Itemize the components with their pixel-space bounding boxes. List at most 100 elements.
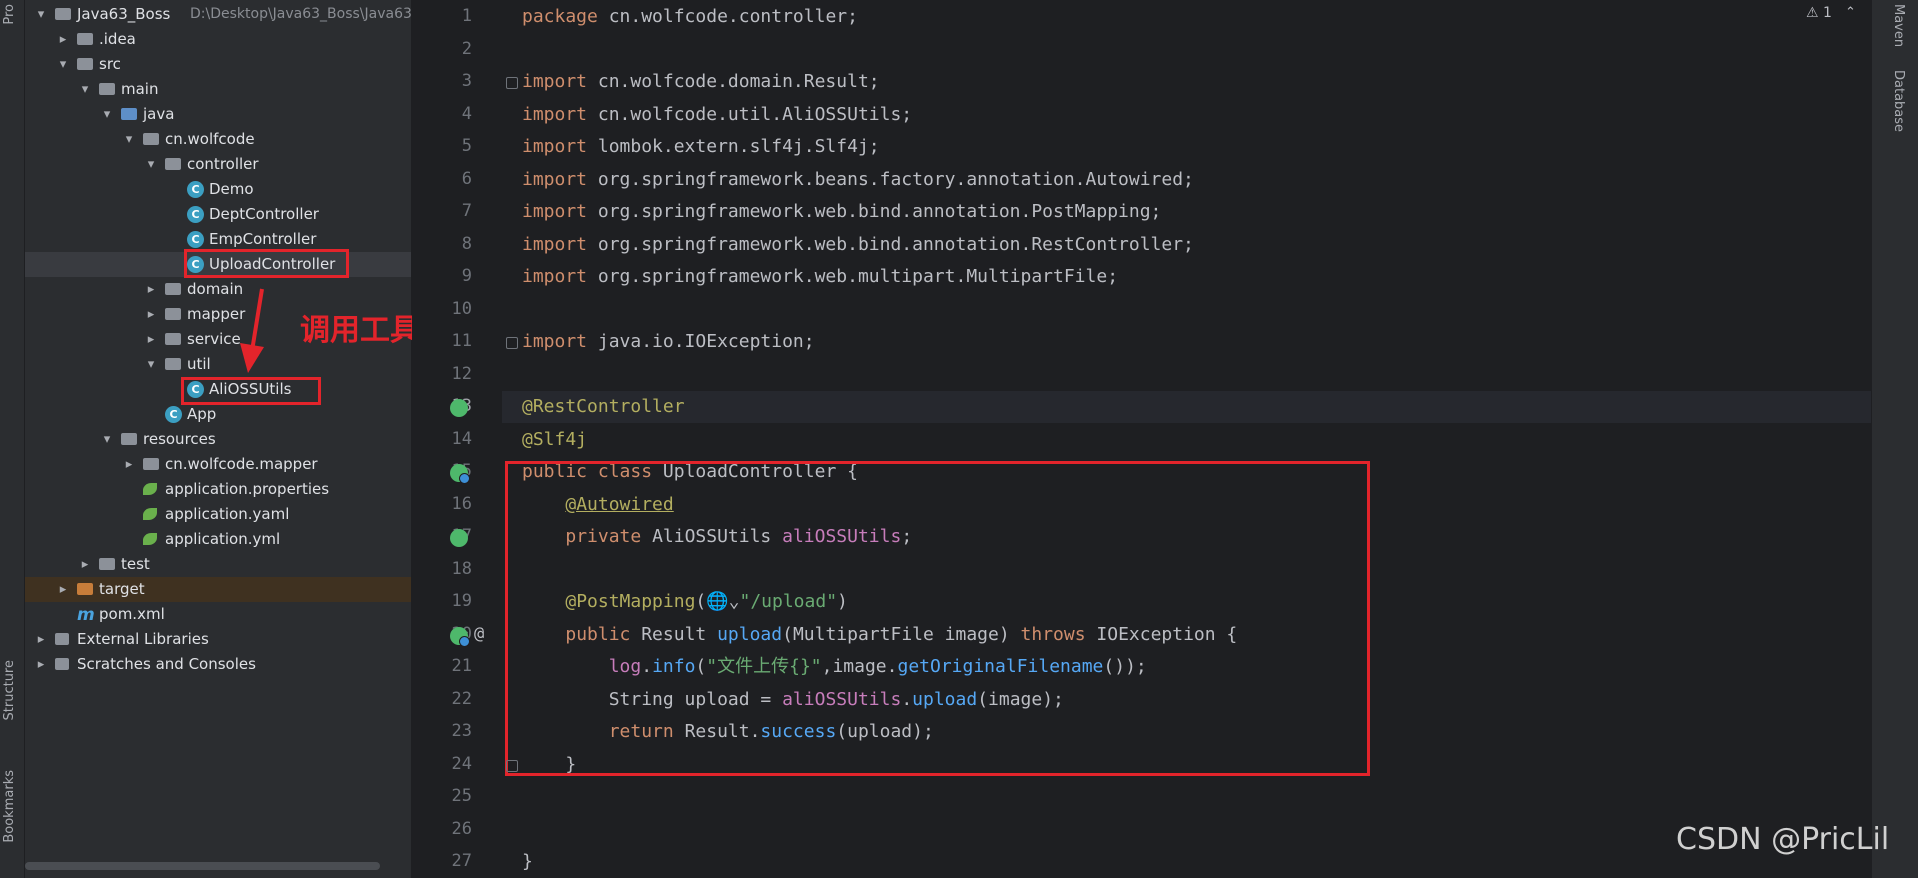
- spring-bean-gutter-icon[interactable]: [450, 464, 470, 484]
- chevron-down-icon[interactable]: ▾: [145, 352, 157, 377]
- tree-item[interactable]: ▾ util: [25, 352, 411, 377]
- maven-icon: m: [77, 605, 95, 625]
- chevron-down-icon[interactable]: ▾: [35, 2, 47, 27]
- tree-item[interactable]: ▸ External Libraries: [25, 627, 411, 652]
- tree-item-label: Demo: [209, 180, 254, 198]
- line-number: 24: [451, 753, 472, 774]
- tree-item[interactable]: ▾ java: [25, 102, 411, 127]
- maven-tool-tab[interactable]: Maven: [1891, 4, 1906, 47]
- code-line[interactable]: import lombok.extern.slf4j.Slf4j;: [522, 131, 880, 163]
- chevron-down-icon[interactable]: ▾: [57, 52, 69, 77]
- warning-indicator[interactable]: ⚠ 1: [1806, 0, 1832, 26]
- project-path: D:\Desktop\Java63_Boss\Java63_B: [190, 6, 411, 22]
- chevron-right-icon[interactable]: ▸: [145, 302, 157, 327]
- chevron-right-icon[interactable]: ▸: [145, 327, 157, 352]
- package-icon: [165, 308, 181, 320]
- tree-item-label: .idea: [99, 30, 136, 48]
- chevron-right-icon[interactable]: ▸: [35, 652, 47, 677]
- fold-marker-icon[interactable]: [506, 337, 518, 349]
- tree-item[interactable]: application.yml: [25, 527, 411, 552]
- editor-gutter: 1234567891011121314151617181920212223242…: [412, 0, 502, 878]
- structure-tool-tab[interactable]: Structure: [2, 660, 17, 720]
- tree-item[interactable]: ▸ target: [25, 577, 411, 602]
- fold-marker-icon[interactable]: [506, 759, 518, 772]
- tree-item[interactable]: m pom.xml: [25, 602, 411, 627]
- chevron-down-icon[interactable]: ▾: [145, 152, 157, 177]
- tree-item[interactable]: C DeptController: [25, 202, 411, 227]
- class-icon: C: [187, 181, 204, 198]
- line-number: 21: [451, 656, 472, 676]
- package-icon: [165, 158, 181, 170]
- current-line-highlight: [502, 391, 1872, 423]
- chevron-down-icon[interactable]: ▾: [123, 127, 135, 152]
- chevron-down-icon[interactable]: ▾: [101, 427, 113, 452]
- code-line[interactable]: @Slf4j: [522, 424, 587, 456]
- tree-item[interactable]: C Demo: [25, 177, 411, 202]
- upload-method-highlight-box: [505, 461, 1370, 776]
- line-number: 8: [461, 233, 472, 254]
- spring-config-icon: [143, 508, 157, 520]
- code-line[interactable]: @RestController: [522, 391, 685, 423]
- project-horizontal-scrollbar[interactable]: [25, 862, 380, 870]
- endpoint-gutter-icon[interactable]: @: [474, 624, 484, 644]
- spring-bean-gutter-icon[interactable]: [450, 626, 470, 647]
- tree-item-label: resources: [143, 430, 216, 448]
- right-tool-strip: Maven Database: [1871, 0, 1918, 878]
- code-line[interactable]: import org.springframework.web.bind.anno…: [522, 196, 1161, 228]
- code-line[interactable]: package cn.wolfcode.controller;: [522, 1, 858, 33]
- tree-item[interactable]: application.properties: [25, 477, 411, 502]
- tree-item[interactable]: ▾ controller: [25, 152, 411, 177]
- tree-item[interactable]: C App: [25, 402, 411, 427]
- tree-item[interactable]: ▸ cn.wolfcode.mapper: [25, 452, 411, 477]
- tree-item-label: util: [187, 355, 211, 373]
- tree-item[interactable]: ▾ main: [25, 77, 411, 102]
- bookmarks-tool-tab[interactable]: Bookmarks: [2, 770, 17, 843]
- chevron-right-icon[interactable]: ▸: [57, 27, 69, 52]
- chevron-up-icon[interactable]: ⌃: [1845, 0, 1856, 26]
- tree-item-label: application.yml: [165, 530, 281, 548]
- tree-item[interactable]: application.yaml: [25, 502, 411, 527]
- tree-item[interactable]: ▸ domain: [25, 277, 411, 302]
- tree-item[interactable]: ▾ resources: [25, 427, 411, 452]
- spring-bean-gutter-icon[interactable]: [450, 399, 468, 417]
- folder-icon: [143, 458, 159, 470]
- database-tool-tab[interactable]: Database: [1891, 70, 1906, 132]
- tree-item-label: target: [99, 580, 145, 598]
- tree-item-label: cn.wolfcode.mapper: [165, 455, 318, 473]
- folder-icon: [77, 583, 93, 595]
- code-line[interactable]: import cn.wolfcode.domain.Result;: [522, 66, 880, 98]
- code-line[interactable]: import org.springframework.web.bind.anno…: [522, 229, 1194, 261]
- code-line[interactable]: import org.springframework.web.multipart…: [522, 261, 1118, 293]
- project-tool-tab[interactable]: Pro: [2, 4, 17, 25]
- code-line[interactable]: }: [522, 846, 533, 878]
- tree-item-label: src: [99, 55, 121, 73]
- package-icon: [165, 333, 181, 345]
- line-number: 5: [461, 136, 472, 156]
- chevron-right-icon[interactable]: ▸: [35, 627, 47, 652]
- tree-item[interactable]: ▾ cn.wolfcode: [25, 127, 411, 152]
- package-icon: [165, 283, 181, 295]
- chevron-down-icon[interactable]: ▾: [101, 102, 113, 127]
- code-line[interactable]: import java.io.IOException;: [522, 326, 815, 358]
- tree-item-label: pom.xml: [99, 605, 165, 623]
- upload-controller-highlight-box: [184, 249, 349, 278]
- tree-item[interactable]: ▸ .idea: [25, 27, 411, 52]
- chevron-right-icon[interactable]: ▸: [145, 277, 157, 302]
- line-number: 22: [451, 688, 472, 709]
- tree-item[interactable]: ▸ test: [25, 552, 411, 577]
- tree-item[interactable]: ▾ src: [25, 52, 411, 77]
- folder-icon: [99, 558, 115, 570]
- line-number: 23: [451, 721, 472, 741]
- code-line[interactable]: import cn.wolfcode.util.AliOSSUtils;: [522, 99, 912, 131]
- folder-icon: [77, 33, 93, 45]
- spring-bean-gutter-icon[interactable]: [450, 529, 468, 547]
- tree-item[interactable]: ▾ Java63_Boss D:\Desktop\Java63_Boss\Java6…: [25, 2, 411, 27]
- chevron-right-icon[interactable]: ▸: [57, 577, 69, 602]
- chevron-right-icon[interactable]: ▸: [79, 552, 91, 577]
- fold-marker-icon[interactable]: [506, 77, 518, 89]
- chevron-down-icon[interactable]: ▾: [79, 77, 91, 102]
- tree-item[interactable]: ▸ Scratches and Consoles: [25, 652, 411, 677]
- package-icon: [143, 133, 159, 145]
- chevron-right-icon[interactable]: ▸: [123, 452, 135, 477]
- code-line[interactable]: import org.springframework.beans.factory…: [522, 164, 1194, 196]
